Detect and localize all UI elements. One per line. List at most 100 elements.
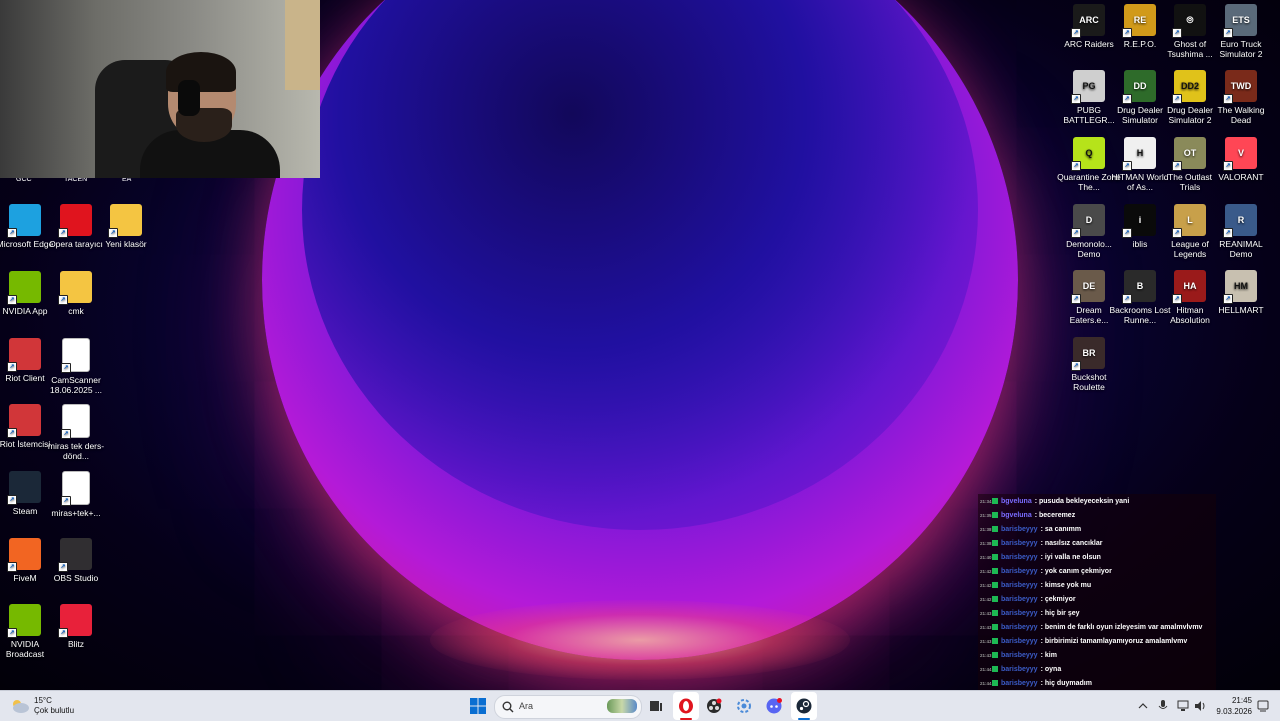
desktop-shortcut[interactable]: ↗ CamScanner 18.06.2025 ...	[44, 338, 108, 395]
chat-timestamp: 21:42	[980, 596, 992, 602]
shortcut-arrow-icon: ↗	[1223, 28, 1233, 38]
shortcut-arrow-icon: ↗	[1122, 294, 1132, 304]
desktop-shortcut[interactable]: ↗ Blitz	[44, 604, 108, 649]
shortcut-label: Buckshot Roulette	[1071, 372, 1107, 392]
chat-message: 21:42 barisbeyyy: yok canım çekmiyor	[978, 564, 1216, 578]
chat-timestamp: 21:43	[980, 638, 992, 644]
shortcut-label: Euro Truck Simulator 2	[1219, 39, 1263, 59]
steam-icon	[796, 698, 812, 714]
tray-overflow-button[interactable]	[1136, 698, 1150, 714]
document-icon: ↗	[61, 471, 90, 506]
weather-temp: 15°C	[34, 696, 52, 705]
notification-center-button[interactable]	[1256, 698, 1270, 714]
chat-text: : yok canım çekmiyor	[1040, 567, 1112, 575]
windows-icon	[470, 698, 486, 714]
backrooms-icon: B ↗	[1122, 270, 1156, 304]
desktop-shortcut[interactable]: ↗ miras tek ders-dönd...	[44, 404, 108, 461]
shortcut-arrow-icon: ↗	[61, 496, 71, 506]
desktop-shortcut[interactable]: ↗ Yeni klasör	[94, 204, 158, 249]
cloud-icon	[13, 700, 29, 713]
task-view-button[interactable]	[646, 696, 666, 716]
shortcut-arrow-icon: ↗	[1122, 161, 1132, 171]
taskbar-clock[interactable]: 21:45 9.03.2026	[1208, 695, 1252, 717]
chat-username: barisbeyyy	[1001, 539, 1038, 547]
taskbar-obs[interactable]	[704, 696, 724, 716]
shortcut-arrow-icon: ↗	[1223, 294, 1233, 304]
shortcut-arrow-icon: ↗	[1223, 228, 1233, 238]
platform-badge-icon	[992, 624, 998, 630]
chat-text: : benim de farklı oyun izleyesim var ama…	[1040, 623, 1203, 631]
platform-badge-icon	[992, 498, 998, 504]
icon-mark: V	[1237, 148, 1244, 158]
desktop-shortcut[interactable]: R ↗ REANIMAL Demo	[1209, 204, 1273, 259]
chat-username: bgveluna	[1001, 497, 1032, 505]
icon-mark: R	[1237, 215, 1245, 225]
taskbar-app-gear[interactable]	[734, 696, 754, 716]
outlast-icon: OT ↗	[1172, 137, 1206, 171]
desktop-shortcut[interactable]: BR ↗ Buckshot Roulette	[1057, 337, 1121, 392]
icon-mark: B	[1136, 281, 1144, 291]
shortcut-arrow-icon: ↗	[7, 228, 17, 238]
icon-mark: DE	[1082, 281, 1096, 291]
desktop-shortcut[interactable]: HM ↗ HELLMART	[1209, 270, 1273, 315]
desktop-shortcut[interactable]: V ↗ VALORANT	[1209, 137, 1273, 182]
platform-badge-icon	[992, 666, 998, 672]
weather-widget[interactable]	[10, 696, 30, 716]
iblis-icon: i ↗	[1122, 204, 1156, 238]
taskbar-opera[interactable]	[673, 692, 699, 720]
ghost-of-tsushima-icon: ⦾ ↗	[1172, 4, 1206, 38]
platform-badge-icon	[992, 568, 998, 574]
chat-text: : hiç duymadım	[1040, 679, 1092, 687]
desktop-shortcut[interactable]: TWD ↗ The Walking Dead	[1209, 70, 1273, 125]
search-highlight-image	[607, 699, 637, 713]
shortcut-arrow-icon: ↗	[1071, 361, 1081, 371]
buckshot-icon: BR ↗	[1071, 337, 1105, 371]
chat-username: barisbeyyy	[1001, 651, 1038, 659]
icon-mark: i	[1138, 215, 1142, 225]
microphone-icon	[1158, 700, 1168, 709]
shortcut-arrow-icon: ↗	[1172, 294, 1182, 304]
platform-badge-icon	[992, 680, 998, 686]
shortcut-arrow-icon: ↗	[1122, 94, 1132, 104]
shortcut-label: cmk	[68, 306, 84, 316]
chat-timestamp: 21:42	[980, 568, 992, 574]
desktop-shortcut[interactable]: ↗ cmk	[44, 271, 108, 316]
tray-network[interactable]	[1176, 698, 1190, 714]
icon-mark: HM	[1234, 281, 1248, 291]
shortcut-arrow-icon: ↗	[1223, 161, 1233, 171]
speaker-icon	[1195, 701, 1205, 711]
chat-timestamp: 21:43	[980, 610, 992, 616]
taskbar-steam[interactable]	[791, 692, 817, 720]
shortcut-arrow-icon: ↗	[1071, 161, 1081, 171]
chat-text: : beceremez	[1034, 511, 1076, 519]
network-icon	[1177, 700, 1189, 711]
taskbar-discord[interactable]	[764, 696, 784, 716]
icon-mark: ARC	[1079, 15, 1099, 25]
desktop-shortcut[interactable]: ETS ↗ Euro Truck Simulator 2	[1209, 4, 1273, 59]
stream-chat-overlay: 21:34 bgveluna: pusuda bekleyeceksin yani…	[978, 494, 1216, 690]
chat-message: 21:43 barisbeyyy: birbirimizi tamamlayamı…	[978, 634, 1216, 648]
shortcut-arrow-icon: ↗	[1172, 161, 1182, 171]
icon-mark: DD2	[1180, 81, 1199, 91]
chat-timestamp: 21:38	[980, 540, 992, 546]
wallpaper-orb	[262, 0, 1018, 660]
shortcut-label: CamScanner 18.06.2025 ...	[50, 375, 102, 395]
opera-icon	[679, 698, 693, 714]
icon-mark: L	[1187, 215, 1193, 225]
chat-username: bgveluna	[1001, 511, 1032, 519]
start-button[interactable]	[468, 696, 488, 716]
tray-volume[interactable]	[1193, 698, 1207, 714]
tray-microphone[interactable]	[1156, 698, 1170, 714]
clock-time: 21:45	[1231, 696, 1252, 705]
platform-badge-icon	[992, 540, 998, 546]
taskbar-search[interactable]: Ara	[494, 695, 642, 719]
hitman-absolution-icon: HA ↗	[1172, 270, 1206, 304]
chat-username: barisbeyyy	[1001, 609, 1038, 617]
nvidia-broadcast-icon: ↗	[7, 604, 41, 638]
league-icon: L ↗	[1172, 204, 1206, 238]
chat-message: 21:38 barisbeyyy: nasılsız cancıklar	[978, 536, 1216, 550]
desktop-shortcut[interactable]: ↗ OBS Studio	[44, 538, 108, 583]
arc-raiders-icon: ARC ↗	[1071, 4, 1105, 38]
shortcut-arrow-icon: ↗	[1172, 228, 1182, 238]
desktop-shortcut[interactable]: ↗ miras+tek+...	[44, 471, 108, 518]
